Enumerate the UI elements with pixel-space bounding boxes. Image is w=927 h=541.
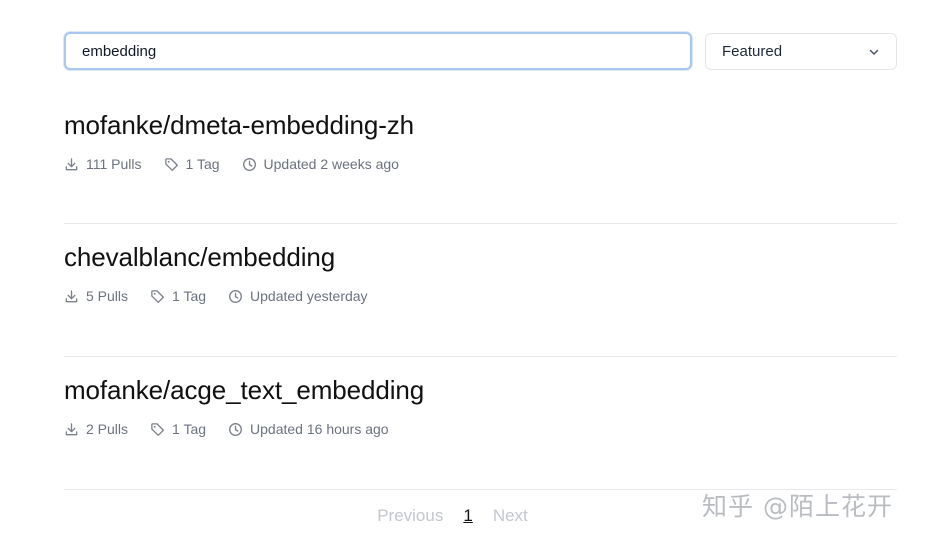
pulls-count: 5 Pulls (64, 288, 128, 304)
tag-count: 1 Tag (150, 421, 206, 437)
tag-icon (150, 422, 172, 437)
clock-icon (242, 157, 264, 172)
clock-icon (228, 422, 250, 437)
watermark: 知乎 @陌上花开 (702, 492, 893, 521)
model-list: mofanke/dmeta-embedding-zh 111 Pulls 1 T… (64, 92, 897, 490)
download-icon (64, 289, 86, 304)
list-item[interactable]: mofanke/dmeta-embedding-zh 111 Pulls 1 T… (64, 92, 897, 224)
model-title-link[interactable]: mofanke/acge_text_embedding (64, 375, 424, 406)
search-input[interactable] (64, 32, 692, 70)
tag-icon (164, 157, 186, 172)
list-item[interactable]: mofanke/acge_text_embedding 2 Pulls 1 Ta… (64, 357, 897, 490)
tag-count: 1 Tag (164, 156, 220, 172)
clock-icon (228, 289, 250, 304)
download-icon (64, 422, 86, 437)
sort-select[interactable]: Featured (705, 33, 897, 70)
page-number-current[interactable]: 1 (463, 506, 472, 526)
tag-icon (150, 289, 172, 304)
updated-time: Updated 16 hours ago (228, 421, 389, 437)
download-icon (64, 157, 86, 172)
previous-page-button[interactable]: Previous (377, 506, 443, 526)
next-page-button[interactable]: Next (493, 506, 528, 526)
pulls-count: 2 Pulls (64, 421, 128, 437)
model-meta: 111 Pulls 1 Tag Updated 2 weeks ago (64, 156, 421, 172)
chevron-down-icon (868, 46, 880, 58)
model-meta: 2 Pulls 1 Tag Updated 16 hours ago (64, 421, 411, 437)
model-meta: 5 Pulls 1 Tag Updated yesterday (64, 288, 390, 304)
pulls-count: 111 Pulls (64, 156, 142, 172)
tag-count: 1 Tag (150, 288, 206, 304)
updated-time: Updated yesterday (228, 288, 368, 304)
model-title-link[interactable]: mofanke/dmeta-embedding-zh (64, 110, 414, 141)
search-bar: Featured (64, 32, 897, 72)
model-title-link[interactable]: chevalblanc/embedding (64, 242, 335, 273)
list-item[interactable]: chevalblanc/embedding 5 Pulls 1 Tag Upda… (64, 224, 897, 357)
sort-select-value: Featured (722, 43, 783, 60)
updated-time: Updated 2 weeks ago (242, 156, 399, 172)
